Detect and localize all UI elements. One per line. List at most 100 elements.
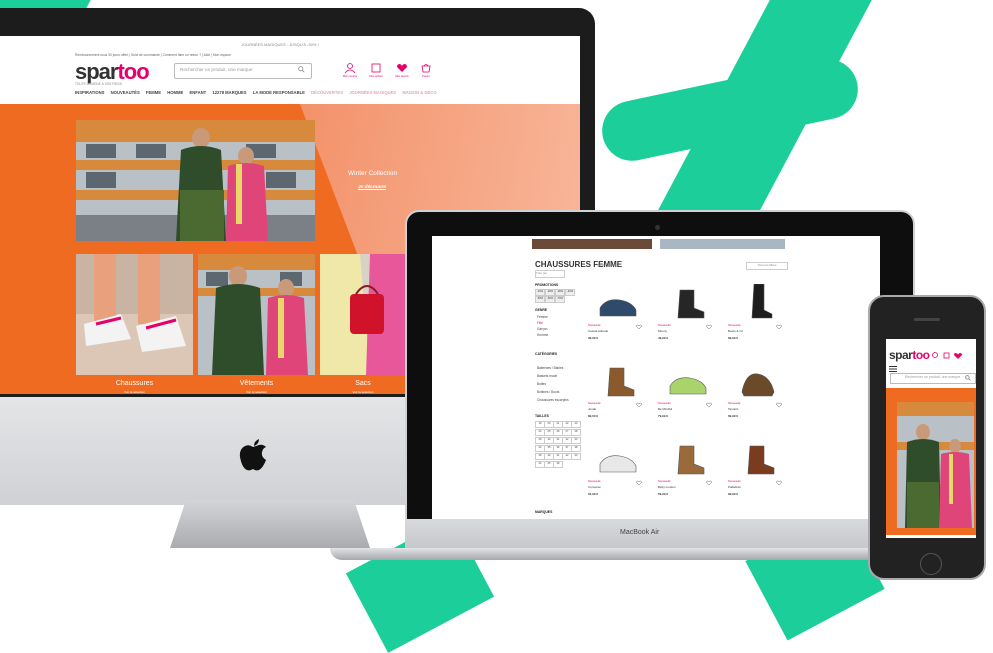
category-tile-clothing[interactable]	[198, 254, 315, 375]
favorite-heart-icon[interactable]	[776, 324, 782, 330]
tile-label-clothing[interactable]: Vêtements	[198, 380, 315, 387]
category-option[interactable]: Bottes	[537, 382, 546, 386]
hero-photo[interactable]	[76, 120, 315, 241]
menu-item[interactable]: HOMME	[167, 90, 183, 95]
phone-header-icons[interactable]	[930, 351, 970, 361]
search-icon[interactable]	[298, 66, 305, 73]
category-option[interactable]: Ballerines / Babies	[537, 366, 563, 370]
menu-item[interactable]: MAISON & DÉCO	[402, 90, 436, 95]
product-card[interactable]: Nouveauté Boots & Co 69,99 €	[728, 284, 788, 354]
promo-chip[interactable]: -10%	[535, 289, 545, 296]
genre-option[interactable]: Homme	[537, 333, 548, 337]
favorite-heart-icon[interactable]	[776, 402, 782, 408]
account-label[interactable]: Mon compte	[340, 75, 360, 78]
category-option[interactable]: Bottines / Boots	[537, 390, 559, 394]
tile-label-bags[interactable]: Sacs	[320, 380, 406, 387]
menu-item[interactable]: INSPIRATIONS	[75, 90, 104, 95]
category-option[interactable]: Baskets mode	[537, 374, 557, 378]
promo-chip[interactable]: -50%	[535, 296, 545, 303]
product-name[interactable]: Jonak	[588, 407, 596, 411]
menu-item[interactable]: LA MODE RESPONSABLE	[253, 90, 305, 95]
hamburger-menu-icon[interactable]	[889, 366, 897, 372]
product-name[interactable]: Boots & Co	[728, 329, 743, 333]
product-card[interactable]: Nouveauté Palladium 99,99 €	[728, 440, 788, 510]
category-tile-shoes[interactable]	[76, 254, 193, 375]
genre-option[interactable]: Femme	[537, 315, 548, 319]
favorite-heart-icon[interactable]	[706, 480, 712, 486]
account-icon[interactable]	[344, 63, 356, 73]
promo-top-bar[interactable]: JOURNÉES MAGIQUES : JUSQU'À -50% !	[60, 42, 500, 48]
phone-hero-photo[interactable]	[897, 402, 974, 528]
lace-boot-icon[interactable]	[736, 440, 780, 476]
favorite-heart-icon[interactable]	[636, 324, 642, 330]
promo-chip[interactable]: -40%	[565, 289, 575, 296]
tile-label-shoes[interactable]: Chaussures	[76, 380, 193, 387]
favorite-heart-icon[interactable]	[636, 480, 642, 486]
product-card[interactable]: Nouveauté Moony 49,99 €	[658, 284, 718, 354]
western-boot-icon[interactable]	[666, 440, 710, 476]
promo-chip[interactable]: -60%	[545, 296, 555, 303]
top-links[interactable]: Remboursement sous 30 jours offert | Sui…	[75, 53, 475, 57]
favorite-heart-icon[interactable]	[706, 324, 712, 330]
favorite-heart-icon[interactable]	[706, 402, 712, 408]
sneaker-icon[interactable]	[666, 362, 710, 398]
product-card[interactable]: Nouveauté Betty London 59,99 €	[658, 440, 718, 510]
size-option[interactable]: 46	[553, 461, 563, 468]
menu-item[interactable]: JOURNÉES MAGIQUES	[349, 90, 396, 95]
product-card[interactable]: Nouveauté Converse 64,99 €	[588, 440, 648, 510]
orders-icon[interactable]	[370, 63, 382, 73]
favorites-icon[interactable]	[396, 63, 408, 73]
canvas-sneaker-icon[interactable]	[596, 440, 640, 476]
promo-chip[interactable]: -30%	[555, 289, 565, 296]
cart-label[interactable]: Panier	[416, 75, 436, 78]
menu-item[interactable]: DÉCOUVERTES	[311, 90, 343, 95]
menu-item[interactable]: FEMME	[146, 90, 161, 95]
product-card[interactable]: Nouveauté Jonak 89,00 €	[588, 362, 648, 432]
orders-label[interactable]: Mes achats	[366, 75, 386, 78]
chelsea-boot-icon[interactable]	[596, 362, 640, 398]
product-name[interactable]: Betty London	[658, 485, 676, 489]
product-name[interactable]: Palladium	[728, 485, 741, 489]
loafer-shoe-icon[interactable]	[596, 284, 640, 320]
promo-chip[interactable]: -70%	[555, 296, 565, 303]
facet-categories[interactable]: CATÉGORIES	[535, 352, 557, 356]
product-name[interactable]: Be Mindful	[658, 407, 672, 411]
hero-cta-link[interactable]: Je découvre	[358, 185, 386, 190]
promo-chip[interactable]: -20%	[545, 289, 555, 296]
cart-icon[interactable]	[420, 63, 432, 73]
iphone-home-button[interactable]	[920, 553, 942, 575]
phone-search-icon[interactable]	[965, 375, 971, 381]
facet-genre[interactable]: GENRE	[535, 308, 547, 312]
product-card[interactable]: Nouveauté Casual Attitude 39,99 €	[588, 284, 648, 354]
size-option[interactable]: 23	[571, 421, 581, 428]
size-option[interactable]: 33	[571, 437, 581, 444]
size-option[interactable]: 38	[571, 445, 581, 452]
product-name[interactable]: Tamaris	[728, 407, 739, 411]
category-option[interactable]: Chaussures escarpins	[537, 398, 569, 402]
genre-option[interactable]: Garçon	[537, 327, 547, 331]
size-option[interactable]: 28	[571, 429, 581, 436]
size-option[interactable]: 43	[571, 453, 581, 460]
sandal-icon[interactable]	[736, 362, 780, 398]
category-tile-bags[interactable]	[320, 254, 406, 375]
tall-boot-icon[interactable]	[736, 284, 780, 320]
menu-item[interactable]: NOUVEAUTÉS	[111, 90, 140, 95]
genre-option[interactable]: Fille	[537, 321, 543, 325]
all-filters-button[interactable]: Tous les filtres	[746, 262, 788, 270]
favorite-heart-icon[interactable]	[636, 402, 642, 408]
menu-item[interactable]: 12278 MARQUES	[212, 90, 246, 95]
favorite-heart-icon[interactable]	[776, 480, 782, 486]
favorites-label[interactable]: Mes favoris	[392, 75, 412, 78]
product-card[interactable]: Nouveauté Be Mindful 79,99 €	[658, 362, 718, 432]
product-name[interactable]: Moony	[658, 329, 667, 333]
product-name[interactable]: Casual Attitude	[588, 329, 608, 333]
facet-brands[interactable]: MARQUES	[535, 510, 552, 514]
product-name[interactable]: Converse	[588, 485, 601, 489]
facet-sizes[interactable]: TAILLES	[535, 414, 549, 418]
facet-promotions[interactable]: PROMOTIONS	[535, 283, 558, 287]
product-card[interactable]: Nouveauté Tamaris 69,99 €	[728, 362, 788, 432]
ankle-boot-icon[interactable]	[666, 284, 710, 320]
menu-item[interactable]: ENFANT	[189, 90, 206, 95]
sort-select[interactable]: Trier par	[535, 270, 565, 278]
phone-spartoo-logo[interactable]: spartoo	[889, 348, 930, 362]
